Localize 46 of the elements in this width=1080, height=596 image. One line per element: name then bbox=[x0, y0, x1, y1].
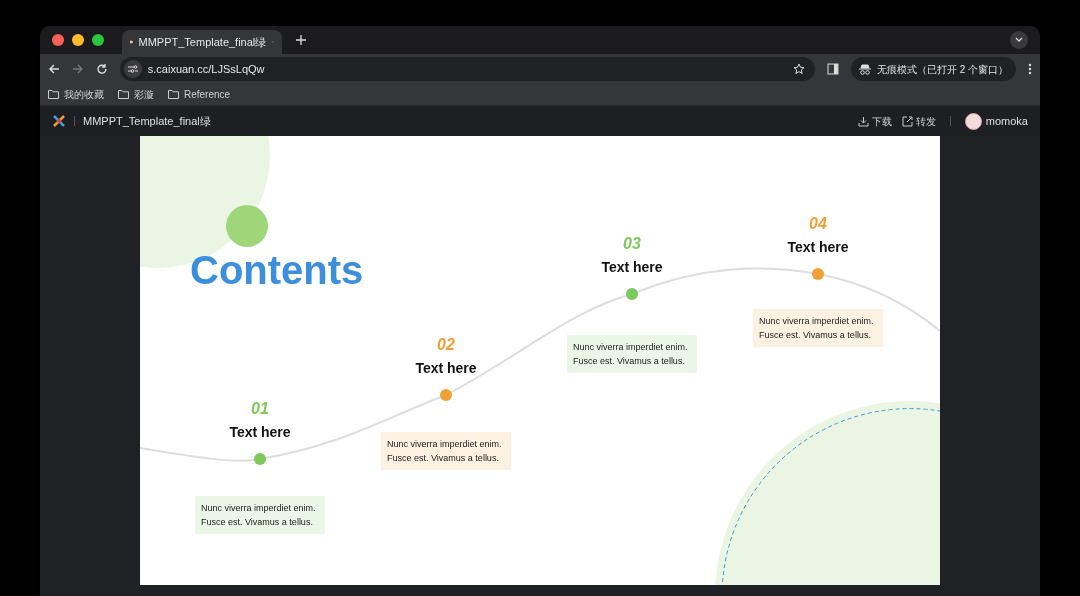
browser-tab[interactable]: MMPPT_Template_final绿 bbox=[122, 30, 282, 54]
folder-icon bbox=[48, 90, 59, 99]
site-settings-icon[interactable] bbox=[123, 60, 142, 78]
user-name[interactable]: momoka bbox=[985, 112, 1028, 130]
forward-arrow-icon[interactable] bbox=[71, 63, 84, 75]
caret-icon bbox=[1015, 37, 1023, 43]
user-avatar[interactable] bbox=[964, 112, 982, 130]
share-icon bbox=[901, 115, 913, 127]
slide-title: Contents bbox=[190, 250, 364, 290]
milestone-description: Nunc viverra imperdiet enim. Fusce est. Vivamus a tellus. bbox=[567, 335, 697, 373]
folder-icon bbox=[118, 90, 129, 99]
back-arrow-icon[interactable] bbox=[48, 63, 60, 75]
milestone-number: 01 bbox=[250, 401, 270, 417]
address-bar[interactable]: s.caixuan.cc/LJSsLqQw bbox=[119, 57, 815, 81]
folder-icon bbox=[168, 90, 179, 99]
incognito-indicator[interactable]: 无痕模式（已打开 2 个窗口） bbox=[850, 57, 1017, 81]
milestone-title: Text here bbox=[228, 425, 292, 439]
close-window-button[interactable] bbox=[52, 34, 64, 46]
milestone-title: Text here bbox=[414, 361, 478, 375]
download-icon bbox=[857, 115, 869, 127]
side-panel-icon[interactable] bbox=[827, 63, 839, 75]
milestone-number: 03 bbox=[622, 236, 642, 252]
minimize-window-button[interactable] bbox=[72, 34, 84, 46]
milestone-description: Nunc viverra imperdiet enim. Fusce est. Vivamus a tellus. bbox=[381, 432, 511, 470]
bookmark-item[interactable]: 我的收藏 bbox=[48, 87, 104, 102]
milestone-description: Nunc viverra imperdiet enim. Fusce est. Vivamus a tellus. bbox=[195, 496, 325, 534]
milestone-title: Text here bbox=[600, 260, 664, 274]
tab-list-button[interactable] bbox=[1010, 31, 1028, 49]
milestone-number: 04 bbox=[808, 216, 828, 232]
star-icon[interactable] bbox=[793, 63, 805, 75]
url-text: s.caixuan.cc/LJSsLqQw bbox=[147, 61, 266, 77]
bookmark-item[interactable]: 彩漩 bbox=[118, 87, 154, 102]
document-title: MMPPT_Template_final绿 bbox=[83, 113, 211, 129]
reload-icon[interactable] bbox=[95, 63, 108, 75]
menu-icon[interactable] bbox=[1028, 63, 1032, 75]
new-tab-icon[interactable] bbox=[296, 35, 306, 45]
dot-shape bbox=[226, 205, 268, 247]
milestone-description: Nunc viverra imperdiet enim. Fusce est. Vivamus a tellus. bbox=[753, 309, 883, 347]
bookmark-item[interactable]: Reference bbox=[168, 87, 231, 102]
maximize-window-button[interactable] bbox=[92, 34, 104, 46]
milestone-title: Text here bbox=[786, 240, 850, 254]
header-action[interactable]: 转发 bbox=[901, 113, 936, 129]
header-action[interactable]: 下载 bbox=[857, 113, 892, 129]
incognito-icon bbox=[858, 63, 871, 75]
milestone-number: 02 bbox=[436, 337, 456, 353]
app-logo-icon bbox=[52, 114, 66, 128]
